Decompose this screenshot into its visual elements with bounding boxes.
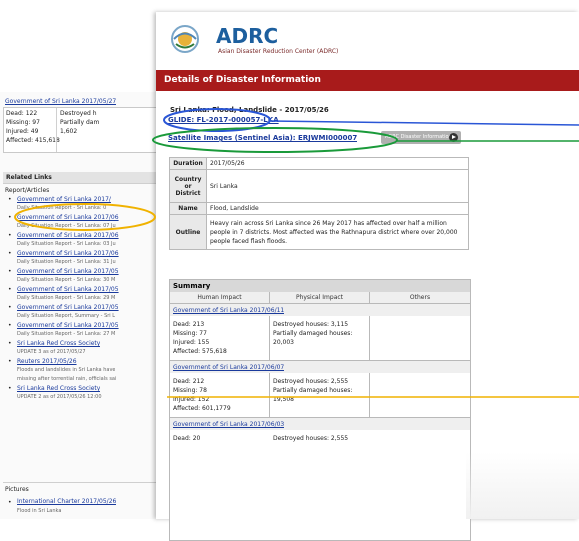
blue-pointer-line (269, 120, 579, 126)
green-highlight-ellipse (152, 127, 398, 153)
orange-highlight-ellipse (14, 203, 156, 231)
annotation-overlay (14, 108, 579, 398)
